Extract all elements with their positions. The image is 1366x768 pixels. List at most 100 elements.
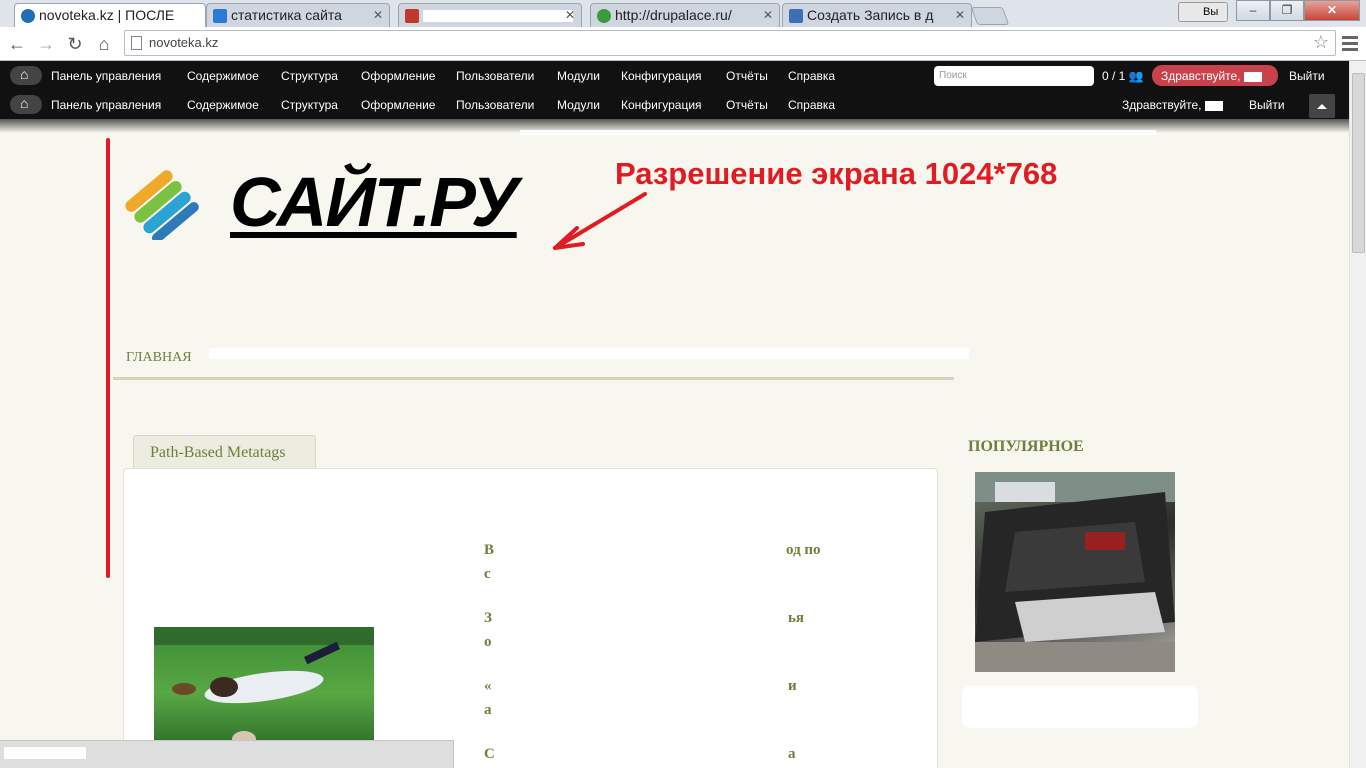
toolbar-collapse-button[interactable] [1309,94,1335,118]
football-player-image [154,627,374,747]
scrollbar-thumb[interactable] [1352,73,1365,253]
reload-icon[interactable]: ↻ [64,33,86,55]
logout-link[interactable]: Выйти [1289,69,1325,83]
profile-label: Вы [1203,6,1219,18]
browser-tab-5[interactable]: Создать Запись в д ✕ [782,3,972,27]
gmail-favicon-icon [405,9,419,23]
close-tab-icon[interactable]: ✕ [955,8,965,22]
browser-status-bar [0,740,454,768]
admin-toolbar: Панель управления Содержимое Структура О… [0,61,1349,90]
admin-menu-help[interactable]: Справка [788,69,835,83]
admin-menu-content[interactable]: Содержимое [187,98,259,112]
close-window-button[interactable]: ✕ [1304,0,1360,21]
admin-menu-dashboard[interactable]: Панель управления [51,69,161,83]
main-menu: ГЛАВНАЯ [113,342,969,380]
site-logo-icon [125,170,199,240]
forward-icon[interactable]: → [35,33,57,55]
popular-article-photo[interactable] [975,472,1175,672]
admin-menu-people[interactable]: Пользователи [456,69,534,83]
back-icon[interactable]: ← [6,33,28,55]
admin-menu-help[interactable]: Справка [788,98,835,112]
site-logo-text[interactable]: САЙТ.РУ [230,162,519,242]
drupalace-favicon-icon [597,9,611,23]
browser-menu-icon[interactable] [1340,33,1360,53]
tab-title: http://drupalace.ru/ [615,7,732,23]
home-icon[interactable]: ⌂ [93,33,115,55]
crashed-car-image [975,472,1175,672]
redacted-title-line [154,568,384,589]
logout-link[interactable]: Выйти [1249,98,1285,112]
teaser-line: ья [788,610,805,626]
users-icon: 👥 [1128,69,1144,83]
browser-tab-4[interactable]: http://drupalace.ru/ ✕ [590,3,780,27]
drupal-favicon-icon [21,9,35,23]
count-value: 0 / 1 [1102,69,1126,83]
redacted-status-text [4,747,86,759]
browser-tab-1[interactable]: novoteka.kz | ПОСЛЕ [14,3,206,27]
blog-favicon-icon [789,9,803,23]
address-bar[interactable]: novoteka.kz ☆ [124,30,1336,56]
admin-menu-appearance[interactable]: Оформление [361,98,435,112]
redacted-area [520,130,1156,135]
maximize-button[interactable]: ❐ [1270,0,1304,21]
menu-item-home[interactable]: ГЛАВНАЯ [126,350,192,366]
tab-path-based-metatags[interactable]: Path-Based Metatags [133,435,316,469]
teaser-line: В [484,542,495,558]
page-scrollbar[interactable] [1349,61,1366,768]
teaser-line: с [484,566,491,582]
close-tab-icon[interactable]: ✕ [763,8,773,22]
red-annotation-line [106,138,110,578]
admin-toolbar-secondary: Панель управления Содержимое Структура О… [0,90,1349,119]
admin-menu-reports[interactable]: Отчёты [726,98,768,112]
article-photo[interactable] [154,627,374,747]
annotation-arrow-icon [553,192,647,250]
admin-menu-reports[interactable]: Отчёты [726,69,768,83]
admin-menu-people[interactable]: Пользователи [456,98,534,112]
greeting-text: Здравствуйте, [1122,98,1202,112]
admin-home-icon[interactable] [10,95,42,114]
minimize-button[interactable]: – [1236,0,1270,21]
admin-menu-content[interactable]: Содержимое [187,69,259,83]
browser-tab-2[interactable]: статистика сайта ✕ [206,3,390,27]
admin-menu-structure[interactable]: Структура [281,98,338,112]
teaser-line: С [484,746,495,762]
tab-title: novoteka.kz | ПОСЛЕ [39,7,175,23]
user-greeting-badge[interactable]: Здравствуйте, [1152,65,1278,86]
browser-tab-3[interactable]: ✕ [398,3,582,27]
stats-favicon-icon [213,9,227,23]
redacted-username [1204,100,1223,111]
redacted-title-line [154,606,254,627]
admin-menu-dashboard[interactable]: Панель управления [51,98,161,112]
greeting-text: Здравствуйте, [1161,69,1241,83]
redacted-title-line [154,530,304,551]
page-icon [131,36,142,50]
redacted-username [1243,71,1262,82]
admin-home-icon[interactable] [10,66,42,85]
tab-title: Создать Запись в д [807,7,934,23]
teaser-line: а [788,746,796,762]
article-title[interactable] [154,520,414,634]
admin-menu-modules[interactable]: Модули [557,69,600,83]
admin-search-input[interactable]: Поиск [934,66,1094,86]
admin-menu-structure[interactable]: Структура [281,69,338,83]
redacted-menu-items [209,348,969,359]
teaser-line: З [484,610,492,626]
new-tab-button[interactable] [970,7,1010,25]
tab-title: статистика сайта [231,7,342,23]
teaser-line: « [484,678,492,694]
popular-block-title: ПОПУЛЯРНОЕ [968,438,1084,455]
address-text: novoteka.kz [149,35,219,50]
profile-badge[interactable]: Вы [1178,2,1228,22]
user-greeting[interactable]: Здравствуйте, [1122,98,1223,112]
admin-menu-modules[interactable]: Модули [557,98,600,112]
admin-menu-appearance[interactable]: Оформление [361,69,435,83]
teaser-line: о [484,634,492,650]
close-tab-icon[interactable]: ✕ [565,8,575,22]
resolution-annotation: Разрешение экрана 1024*768 [615,156,1058,191]
admin-menu-configuration[interactable]: Конфигурация [621,69,702,83]
bookmark-star-icon[interactable]: ☆ [1313,32,1329,53]
admin-menu-configuration[interactable]: Конфигурация [621,98,702,112]
redacted-popular-caption [962,686,1198,728]
browser-tab-strip: novoteka.kz | ПОСЛЕ статистика сайта ✕ ✕… [0,0,1366,27]
close-tab-icon[interactable]: ✕ [373,8,383,22]
